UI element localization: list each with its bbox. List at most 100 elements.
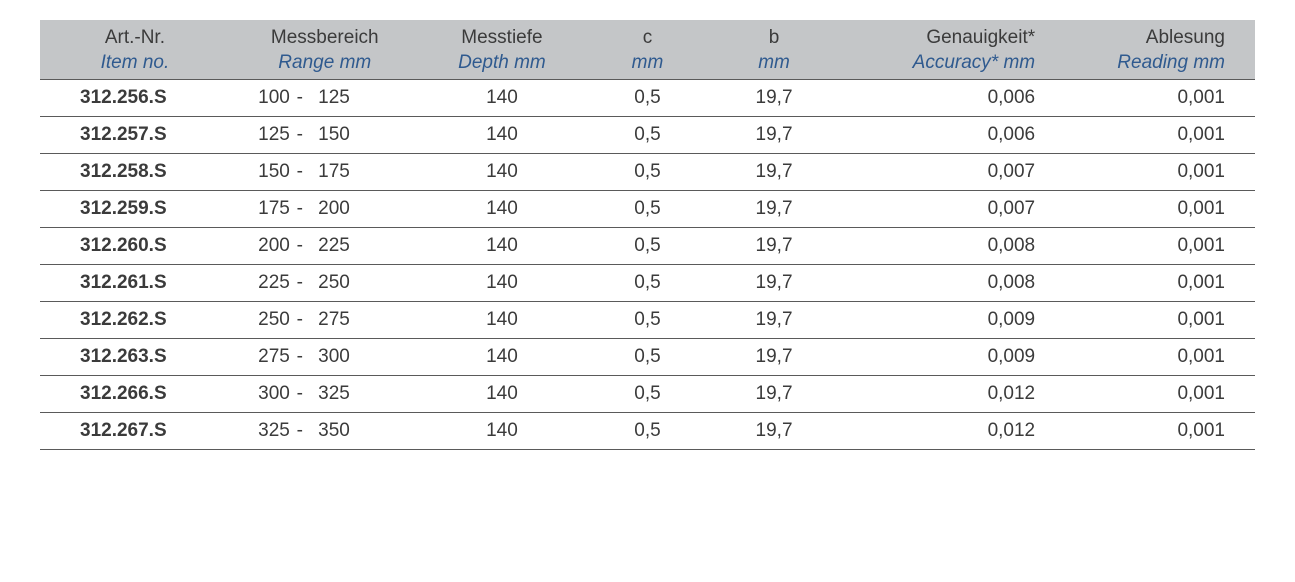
table-row: 312.262.S250-2751400,519,70,0090,001 (40, 302, 1255, 339)
cell-accuracy: 0,007 (837, 154, 1065, 191)
table-body: 312.256.S100-1251400,519,70,0060,001312.… (40, 80, 1255, 450)
cell-reading: 0,001 (1065, 413, 1255, 450)
cell-range: 250-275 (230, 302, 420, 339)
header-range: Messbereich Range mm (230, 20, 420, 80)
cell-c: 0,5 (584, 228, 711, 265)
header-reading-de: Ablesung (1075, 26, 1225, 51)
cell-range: 175-200 (230, 191, 420, 228)
cell-range: 275-300 (230, 339, 420, 376)
cell-art: 312.258.S (40, 154, 230, 191)
cell-reading: 0,001 (1065, 265, 1255, 302)
cell-depth: 140 (420, 228, 585, 265)
cell-c: 0,5 (584, 339, 711, 376)
cell-c: 0,5 (584, 117, 711, 154)
cell-accuracy: 0,009 (837, 339, 1065, 376)
cell-accuracy: 0,012 (837, 413, 1065, 450)
cell-c: 0,5 (584, 191, 711, 228)
cell-art: 312.267.S (40, 413, 230, 450)
header-reading-en: Reading mm (1075, 51, 1225, 76)
cell-reading: 0,001 (1065, 154, 1255, 191)
cell-reading: 0,001 (1065, 228, 1255, 265)
cell-art: 312.263.S (40, 339, 230, 376)
cell-depth: 140 (420, 117, 585, 154)
header-depth-de: Messtiefe (430, 26, 575, 51)
table-row: 312.260.S200-2251400,519,70,0080,001 (40, 228, 1255, 265)
cell-art: 312.257.S (40, 117, 230, 154)
cell-range: 125-150 (230, 117, 420, 154)
header-art: Art.-Nr. Item no. (40, 20, 230, 80)
cell-art: 312.259.S (40, 191, 230, 228)
cell-depth: 140 (420, 80, 585, 117)
cell-accuracy: 0,008 (837, 228, 1065, 265)
cell-reading: 0,001 (1065, 191, 1255, 228)
header-art-de: Art.-Nr. (50, 26, 220, 51)
cell-depth: 140 (420, 265, 585, 302)
cell-b: 19,7 (711, 302, 838, 339)
cell-art: 312.262.S (40, 302, 230, 339)
cell-range: 325-350 (230, 413, 420, 450)
table-row: 312.258.S150-1751400,519,70,0070,001 (40, 154, 1255, 191)
header-b: b mm (711, 20, 838, 80)
table-row: 312.266.S300-3251400,519,70,0120,001 (40, 376, 1255, 413)
cell-reading: 0,001 (1065, 117, 1255, 154)
table-row: 312.267.S325-3501400,519,70,0120,001 (40, 413, 1255, 450)
cell-c: 0,5 (584, 265, 711, 302)
cell-b: 19,7 (711, 413, 838, 450)
cell-art: 312.260.S (40, 228, 230, 265)
cell-range: 100-125 (230, 80, 420, 117)
cell-c: 0,5 (584, 376, 711, 413)
header-b-en: mm (721, 51, 828, 76)
cell-b: 19,7 (711, 154, 838, 191)
cell-c: 0,5 (584, 80, 711, 117)
header-range-en: Range mm (240, 51, 410, 76)
cell-depth: 140 (420, 376, 585, 413)
header-depth-en: Depth mm (430, 51, 575, 76)
cell-b: 19,7 (711, 265, 838, 302)
table-row: 312.261.S225-2501400,519,70,0080,001 (40, 265, 1255, 302)
header-depth: Messtiefe Depth mm (420, 20, 585, 80)
header-accuracy: Genauigkeit* Accuracy* mm (837, 20, 1065, 80)
cell-art: 312.266.S (40, 376, 230, 413)
cell-b: 19,7 (711, 339, 838, 376)
table-row: 312.263.S275-3001400,519,70,0090,001 (40, 339, 1255, 376)
cell-accuracy: 0,008 (837, 265, 1065, 302)
cell-accuracy: 0,006 (837, 117, 1065, 154)
cell-b: 19,7 (711, 376, 838, 413)
header-art-en: Item no. (50, 51, 220, 76)
cell-b: 19,7 (711, 80, 838, 117)
cell-range: 150-175 (230, 154, 420, 191)
cell-range: 225-250 (230, 265, 420, 302)
cell-depth: 140 (420, 154, 585, 191)
header-reading: Ablesung Reading mm (1065, 20, 1255, 80)
cell-reading: 0,001 (1065, 376, 1255, 413)
cell-accuracy: 0,007 (837, 191, 1065, 228)
cell-b: 19,7 (711, 228, 838, 265)
cell-accuracy: 0,012 (837, 376, 1065, 413)
header-range-de: Messbereich (240, 26, 410, 51)
cell-depth: 140 (420, 413, 585, 450)
cell-c: 0,5 (584, 302, 711, 339)
table-row: 312.257.S125-1501400,519,70,0060,001 (40, 117, 1255, 154)
header-c-en: mm (594, 51, 701, 76)
header-accuracy-en: Accuracy* mm (847, 51, 1035, 76)
header-b-de: b (721, 26, 828, 51)
cell-accuracy: 0,006 (837, 80, 1065, 117)
cell-c: 0,5 (584, 413, 711, 450)
cell-art: 312.256.S (40, 80, 230, 117)
cell-c: 0,5 (584, 154, 711, 191)
spec-table: Art.-Nr. Item no. Messbereich Range mm M… (40, 20, 1255, 450)
cell-reading: 0,001 (1065, 302, 1255, 339)
cell-reading: 0,001 (1065, 80, 1255, 117)
cell-depth: 140 (420, 339, 585, 376)
cell-art: 312.261.S (40, 265, 230, 302)
cell-depth: 140 (420, 302, 585, 339)
header-c: c mm (584, 20, 711, 80)
cell-b: 19,7 (711, 117, 838, 154)
table-row: 312.256.S100-1251400,519,70,0060,001 (40, 80, 1255, 117)
cell-reading: 0,001 (1065, 339, 1255, 376)
table-row: 312.259.S175-2001400,519,70,0070,001 (40, 191, 1255, 228)
cell-range: 300-325 (230, 376, 420, 413)
cell-range: 200-225 (230, 228, 420, 265)
table-header-row: Art.-Nr. Item no. Messbereich Range mm M… (40, 20, 1255, 80)
cell-accuracy: 0,009 (837, 302, 1065, 339)
